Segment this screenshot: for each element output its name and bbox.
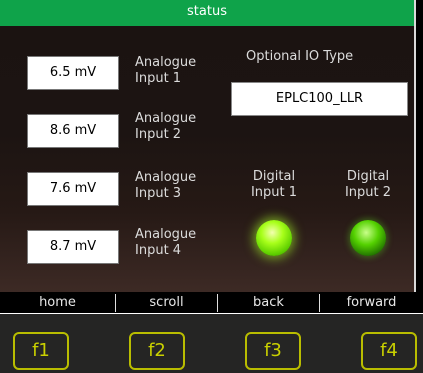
digital-input-2-label: Digital Input 2 — [328, 169, 408, 201]
analogue-input-3-value: 7.6 mV — [27, 172, 119, 206]
softkey-home[interactable]: home — [0, 292, 115, 314]
f1-button[interactable]: f1 — [13, 332, 69, 370]
analogue-input-3-label-line1: Analogue — [135, 170, 197, 185]
analogue-input-2-label-line1: Analogue — [135, 111, 197, 126]
softkey-bar: home scroll back forward — [0, 292, 423, 314]
digital-input-1-label-line1: Digital — [252, 169, 296, 184]
analogue-input-2-label: Analogue Input 2 — [135, 111, 196, 143]
softkey-back[interactable]: back — [218, 292, 319, 314]
digital-input-2-label-line2: Input 2 — [344, 185, 392, 200]
digital-input-2-label-line1: Digital — [346, 169, 390, 184]
analogue-input-2-value: 8.6 mV — [27, 114, 119, 148]
f2-button[interactable]: f2 — [129, 332, 185, 370]
digital-input-1-label: Digital Input 1 — [234, 169, 314, 201]
analogue-input-4-value: 8.7 mV — [27, 230, 119, 264]
f4-button[interactable]: f4 — [361, 332, 417, 370]
f3-button[interactable]: f3 — [245, 332, 301, 370]
status-panel: 6.5 mV Analogue Input 1 8.6 mV Analogue … — [0, 26, 416, 292]
analogue-input-4-label: Analogue Input 4 — [135, 227, 196, 259]
analogue-input-1-value: 6.5 mV — [27, 56, 119, 90]
analogue-input-3-label-line2: Input 3 — [135, 186, 182, 201]
header-title: status — [187, 4, 227, 19]
analogue-input-4-label-line2: Input 4 — [135, 243, 182, 258]
digital-input-1-led-icon — [256, 220, 292, 256]
status-header: status — [0, 0, 416, 26]
analogue-input-1-label: Analogue Input 1 — [135, 55, 196, 87]
softkey-scroll[interactable]: scroll — [116, 292, 217, 314]
softkey-forward[interactable]: forward — [320, 292, 423, 314]
hmi-screen: status 6.5 mV Analogue Input 1 8.6 mV An… — [0, 0, 423, 373]
analogue-input-4-label-line1: Analogue — [135, 227, 197, 242]
optional-io-title: Optional IO Type — [246, 49, 354, 64]
analogue-input-3-label: Analogue Input 3 — [135, 170, 196, 202]
optional-io-type-field[interactable]: EPLC100_LLR — [231, 82, 408, 116]
analogue-input-1-label-line2: Input 1 — [135, 71, 182, 86]
analogue-input-2-label-line2: Input 2 — [135, 127, 182, 142]
digital-input-1-label-line2: Input 1 — [250, 185, 298, 200]
digital-input-2-led-icon — [350, 220, 386, 256]
analogue-input-1-label-line1: Analogue — [135, 55, 197, 70]
function-key-bar: f1 f2 f3 f4 — [0, 314, 423, 373]
